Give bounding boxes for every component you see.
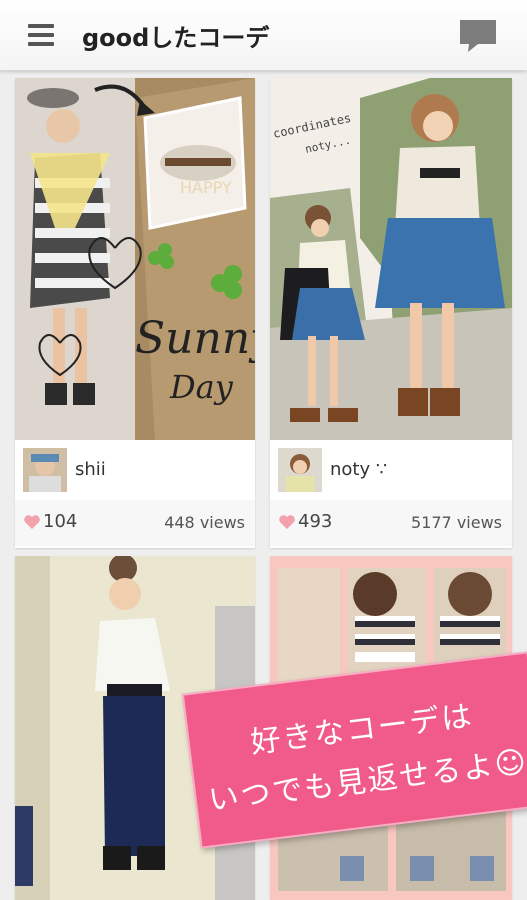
outfit-photo-1: HAPPY Sunny Day — [15, 78, 255, 440]
svg-text:Day: Day — [169, 368, 234, 406]
page-title: goodしたコーデ — [82, 24, 270, 52]
username[interactable]: noty ∵ — [330, 459, 387, 480]
hamburger-menu-icon[interactable] — [28, 24, 54, 46]
heart-icon[interactable] — [278, 513, 296, 531]
post-photo[interactable]: coordinates noty... — [270, 78, 512, 440]
svg-text:Sunny: Sunny — [135, 313, 255, 364]
post-stats-row: 104 448 views — [15, 500, 255, 546]
post-card[interactable]: HAPPY Sunny Day shii — [15, 78, 255, 548]
username[interactable]: shii — [75, 459, 106, 480]
post-photo[interactable]: HAPPY Sunny Day — [15, 78, 255, 440]
post-stats-row: 493 5177 views — [270, 500, 512, 546]
post-author-row[interactable]: noty ∵ — [270, 440, 512, 501]
post-author-row[interactable]: shii — [15, 440, 255, 501]
like-count: 493 — [298, 511, 333, 532]
chat-bubble-icon[interactable] — [458, 18, 498, 54]
heart-icon[interactable] — [23, 513, 41, 531]
app-bar: goodしたコーデ — [0, 0, 527, 71]
post-card[interactable]: coordinates noty... noty ∵ 493 5177 view… — [270, 78, 512, 548]
svg-text:HAPPY: HAPPY — [180, 178, 232, 197]
view-count: 448 views — [164, 513, 245, 532]
avatar[interactable] — [23, 448, 67, 492]
like-count: 104 — [43, 511, 78, 532]
avatar[interactable] — [278, 448, 322, 492]
outfit-photo-2: coordinates noty... — [270, 78, 512, 440]
view-count: 5177 views — [411, 513, 502, 532]
